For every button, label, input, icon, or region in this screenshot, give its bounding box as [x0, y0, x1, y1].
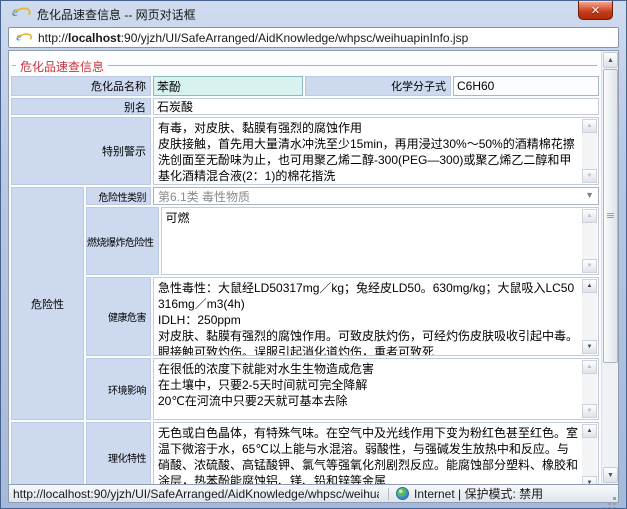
- table-row: 环境影响 在很低的浓度下就能对水生生物造成危害 在土壤中，只要2-5天时间就可完…: [86, 358, 599, 420]
- scrollbar-thumb[interactable]: [603, 69, 618, 363]
- page-content: 危化品速查信息 危化品名称 苯酚 化学分子式 C6H60 别名 石炭酸 特别警示: [9, 51, 601, 484]
- chemical-name-label: 危化品名称: [11, 76, 151, 96]
- textarea-scrollbar[interactable]: ▲ ▼: [582, 119, 597, 183]
- scroll-down-icon[interactable]: ▼: [582, 404, 597, 418]
- alias-label: 别名: [11, 98, 151, 115]
- health-hazard-text[interactable]: 急性毒性：大鼠经LD50317mg／kg；兔经皮LD50。630mg/kg；大鼠…: [154, 278, 581, 355]
- hazard-group-label: 危险性: [11, 187, 84, 420]
- chemical-name-input[interactable]: 苯酚: [153, 76, 303, 96]
- environment-impact-label: 环境影响: [86, 358, 151, 420]
- scrollbar-up-icon[interactable]: ▲: [603, 52, 618, 68]
- title-bar[interactable]: e 危化品速查信息 -- 网页对话框 ✕: [1, 1, 626, 26]
- fire-hazard-field: 可燃 ▲ ▼: [161, 207, 600, 275]
- resize-grip-icon[interactable]: [613, 497, 616, 500]
- table-row: 危化品名称 苯酚 化学分子式 C6H60: [11, 76, 599, 96]
- url-path: :90/yjzh/UI/SafeArranged/AidKnowledge/wh…: [121, 31, 469, 45]
- section-title: 危化品速查信息: [16, 58, 108, 75]
- fieldset-border: 危化品速查信息: [12, 65, 597, 66]
- textarea-scrollbar[interactable]: ▲ ▼: [582, 279, 597, 354]
- chemical-info-table: 危化品名称 苯酚 化学分子式 C6H60 别名 石炭酸 特别警示 有毒，对皮肤、…: [11, 76, 599, 484]
- scroll-up-icon[interactable]: ▲: [582, 279, 597, 293]
- dialog-window: e 危化品速查信息 -- 网页对话框 ✕ e http://localhost:…: [0, 0, 627, 509]
- environment-impact-field: 在很低的浓度下就能对水生生物造成危害 在土壤中，只要2-5天时间就可完全降解 2…: [153, 358, 599, 420]
- special-warning-label: 特别警示: [11, 117, 151, 185]
- page-ie-icon: e: [16, 31, 30, 44]
- alias-value: 石炭酸: [153, 98, 599, 115]
- address-url: http://localhost:90/yjzh/UI/SafeArranged…: [38, 31, 468, 45]
- textarea-scrollbar[interactable]: ▲ ▼: [582, 424, 597, 484]
- hazard-section: 危险性 危险性类别 第6.1类 毒性物质 ▼: [11, 187, 599, 420]
- page-client-area: 危化品速查信息 危化品名称 苯酚 化学分子式 C6H60 别名 石炭酸 特别警示: [8, 50, 619, 485]
- hazard-class-select[interactable]: 第6.1类 毒性物质 ▼: [153, 187, 599, 205]
- status-divider: [388, 488, 389, 500]
- fire-hazard-text[interactable]: 可燃: [162, 208, 582, 274]
- physchem-field: 无色或白色晶体，有特殊气味。在空气中及光线作用下变为粉红色甚至红色。室温下微溶于…: [153, 422, 599, 484]
- scroll-down-icon[interactable]: ▼: [582, 169, 597, 183]
- fire-hazard-label: 燃烧爆炸危险性: [86, 207, 159, 275]
- url-protocol: http://: [38, 31, 68, 45]
- empty-group-cell: [11, 422, 84, 484]
- formula-input[interactable]: C6H60: [453, 76, 599, 96]
- ie-logo-icon: e: [12, 5, 29, 20]
- table-row: 别名 石炭酸: [11, 98, 599, 115]
- scroll-down-icon[interactable]: ▼: [582, 340, 597, 354]
- url-domain: localhost: [68, 31, 121, 45]
- scroll-up-icon[interactable]: ▲: [582, 360, 597, 374]
- special-warning-text[interactable]: 有毒，对皮肤、黏膜有强烈的腐蚀作用 皮肤接触，首先用大量清水冲洗至少15min，…: [154, 118, 581, 184]
- table-row: 特别警示 有毒，对皮肤、黏膜有强烈的腐蚀作用 皮肤接触，首先用大量清水冲洗至少1…: [11, 117, 599, 185]
- window-title: 危化品速查信息 -- 网页对话框: [37, 6, 196, 23]
- physchem-label: 理化特性: [86, 422, 151, 484]
- table-row: 燃烧爆炸危险性 可燃 ▲ ▼: [86, 207, 599, 275]
- special-warning-field: 有毒，对皮肤、黏膜有强烈的腐蚀作用 皮肤接触，首先用大量清水冲洗至少15min，…: [153, 117, 599, 185]
- physchem-text[interactable]: 无色或白色晶体，有特殊气味。在空气中及光线作用下变为粉红色甚至红色。室温下微溶于…: [154, 423, 581, 484]
- internet-zone-globe-icon: [396, 487, 409, 500]
- health-hazard-label: 健康危害: [86, 277, 151, 356]
- scroll-up-icon[interactable]: ▲: [582, 119, 597, 133]
- hazard-class-value: 第6.1类 毒性物质: [158, 188, 250, 205]
- address-bar: e http://localhost:90/yjzh/UI/SafeArrang…: [8, 27, 619, 48]
- status-zone-text: Internet | 保护模式: 禁用: [414, 485, 543, 502]
- textarea-scrollbar[interactable]: ▲ ▼: [582, 360, 597, 418]
- health-hazard-field: 急性毒性：大鼠经LD50317mg／kg；兔经皮LD50。630mg/kg；大鼠…: [153, 277, 599, 356]
- table-row: 危险性类别 第6.1类 毒性物质 ▼: [86, 187, 599, 205]
- scroll-up-icon[interactable]: ▲: [582, 424, 597, 438]
- status-url: http://localhost:90/yjzh/UI/SafeArranged…: [13, 487, 379, 501]
- chevron-down-icon: ▼: [585, 190, 594, 200]
- formula-label: 化学分子式: [305, 76, 451, 96]
- table-row: 健康危害 急性毒性：大鼠经LD50317mg／kg；兔经皮LD50。630mg/…: [86, 277, 599, 356]
- scroll-down-icon[interactable]: ▼: [582, 476, 597, 484]
- scroll-down-icon[interactable]: ▼: [582, 259, 597, 273]
- close-button[interactable]: ✕: [578, 1, 613, 20]
- table-row: 理化特性 无色或白色晶体，有特殊气味。在空气中及光线作用下变为粉红色甚至红色。室…: [11, 422, 599, 484]
- environment-impact-text[interactable]: 在很低的浓度下就能对水生生物造成危害 在土壤中，只要2-5天时间就可完全降解 2…: [154, 359, 581, 419]
- textarea-scrollbar[interactable]: ▲ ▼: [582, 209, 597, 273]
- scrollbar-down-icon[interactable]: ▼: [603, 467, 618, 483]
- scrollbar-grip-icon: [607, 213, 614, 218]
- hazard-class-label: 危险性类别: [86, 187, 151, 205]
- status-bar: http://localhost:90/yjzh/UI/SafeArranged…: [8, 485, 619, 503]
- hazard-class-cell: 第6.1类 毒性物质 ▼: [153, 187, 599, 205]
- page-scrollbar[interactable]: ▲ ▼: [601, 51, 618, 484]
- scroll-up-icon[interactable]: ▲: [582, 209, 597, 223]
- close-icon: ✕: [591, 5, 600, 17]
